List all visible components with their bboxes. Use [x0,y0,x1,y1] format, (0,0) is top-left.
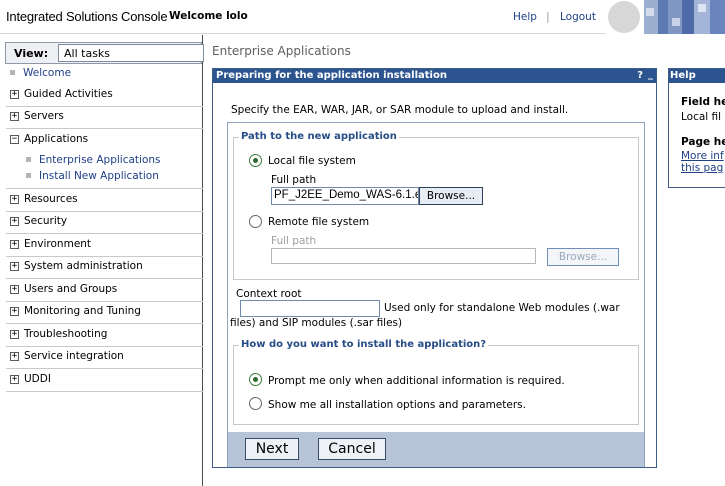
expand-icon[interactable]: + [10,217,19,226]
help-link[interactable]: Help [513,11,537,23]
view-filter: View: All tasks [5,42,204,64]
nav-label: Users and Groups [24,283,118,295]
nav-users-and-groups[interactable]: + Users and Groups [6,280,203,302]
expand-icon[interactable]: + [10,112,19,121]
install-panel: Preparing for the application installati… [212,68,657,468]
remote-file-system-label: Remote file system [268,216,370,228]
nav-label: Monitoring and Tuning [24,305,141,317]
help-icon[interactable]: ? [637,70,643,81]
welcome-link[interactable]: Welcome [23,67,71,79]
browse-button[interactable]: Browse... [419,187,483,205]
expand-icon[interactable]: + [10,90,19,99]
remote-browse-button[interactable]: Browse... [547,248,619,266]
expand-icon[interactable]: + [10,352,19,361]
remote-file-system-radio[interactable] [249,215,262,228]
page-help-heading: Page he [681,136,725,148]
logout-link[interactable]: Logout [560,11,596,23]
collapse-icon[interactable]: − [10,135,19,144]
navigation-sidebar: View: All tasks Welcome + Guided Activit… [0,35,204,486]
nav-guided-activities[interactable]: + Guided Activities [6,85,203,107]
header-separator: | [546,10,550,23]
nav-label: UDDI [24,373,51,385]
remote-full-path-input[interactable] [271,248,536,264]
expand-icon[interactable]: + [10,262,19,271]
prompt-option-radio[interactable] [249,373,262,386]
next-button[interactable]: Next [245,438,299,460]
view-select[interactable]: All tasks [58,44,204,62]
context-root-note: Used only for standalone Web modules (.w… [384,302,620,314]
panel-title: Preparing for the application installati… [216,70,447,81]
nav-label: Servers [24,110,64,122]
nav-label: Resources [24,193,78,205]
masthead: Integrated Solutions Console Welcome lol… [0,0,725,34]
bullet-icon [26,157,31,162]
local-file-system-radio[interactable] [249,154,262,167]
full-path-label: Full path [271,174,317,186]
install-new-application-link[interactable]: Install New Application [39,170,159,182]
nav-security[interactable]: + Security [6,212,203,234]
full-path-input[interactable]: PF_J2EE_Demo_WAS-6.1.ear [271,187,419,205]
expand-icon[interactable]: + [10,375,19,384]
bullet-icon [10,70,15,75]
view-label: View: [14,47,49,60]
nav-troubleshooting[interactable]: + Troubleshooting [6,325,203,347]
button-bar: Next Cancel [228,432,644,467]
more-info-link[interactable]: More inf [681,150,724,162]
install-options-legend: How do you want to install the applicati… [239,339,489,350]
nav-label: Service integration [24,350,124,362]
brand-graphic [606,0,725,34]
nav-applications[interactable]: − Applications [6,130,203,152]
welcome-user: Welcome lolo [169,10,248,22]
nav-label: Applications [24,133,89,145]
divider [6,188,203,189]
nav-uddi[interactable]: + UDDI [6,370,203,392]
bullet-icon [26,173,31,178]
nav-service-integration[interactable]: + Service integration [6,347,203,369]
path-fieldset: Path to the new application Local file s… [233,131,639,280]
nav-servers[interactable]: + Servers [6,107,203,129]
help-panel-title: Help [669,69,725,83]
panel-titlebar: Preparing for the application installati… [213,69,656,83]
context-root-input[interactable] [240,300,380,317]
nav-label: Troubleshooting [24,328,108,340]
instructions-text: Specify the EAR, WAR, JAR, or SAR module… [231,104,569,116]
context-root-label: Context root [236,288,302,300]
expand-icon[interactable]: + [10,307,19,316]
expand-icon[interactable]: + [10,330,19,339]
path-legend: Path to the new application [239,131,399,142]
expand-icon[interactable]: + [10,285,19,294]
remote-full-path-label: Full path [271,235,317,247]
nav-label: Environment [24,238,92,250]
console-title: Integrated Solutions Console [6,9,168,24]
show-all-options-label: Show me all installation options and par… [268,399,526,411]
enterprise-applications-link[interactable]: Enterprise Applications [39,154,161,166]
nav-resources[interactable]: + Resources [6,190,203,212]
minimize-icon[interactable]: _ [648,69,653,80]
this-page-link[interactable]: this pag [681,162,723,174]
prompt-option-label: Prompt me only when additional informati… [268,375,565,387]
nav-label: Security [24,215,68,227]
install-form: Path to the new application Local file s… [227,122,645,467]
local-file-system-label: Local file system [268,155,356,167]
field-help-heading: Field he [681,96,725,108]
context-root-note-continued: files) and SIP modules (.sar files) [230,317,403,329]
nav-label: System administration [24,260,143,272]
breadcrumb: Enterprise Applications [212,44,351,58]
show-all-options-radio[interactable] [249,397,262,410]
nav-label: Guided Activities [24,88,113,100]
nav-system-administration[interactable]: + System administration [6,257,203,279]
install-options-fieldset: How do you want to install the applicati… [233,339,639,425]
field-help-text: Local fil [681,111,722,123]
nav-monitoring-and-tuning[interactable]: + Monitoring and Tuning [6,302,203,324]
nav-environment[interactable]: + Environment [6,235,203,257]
cancel-button[interactable]: Cancel [318,438,386,460]
expand-icon[interactable]: + [10,240,19,249]
expand-icon[interactable]: + [10,195,19,204]
help-panel: Help Field he Local fil Page he More inf… [668,68,725,188]
